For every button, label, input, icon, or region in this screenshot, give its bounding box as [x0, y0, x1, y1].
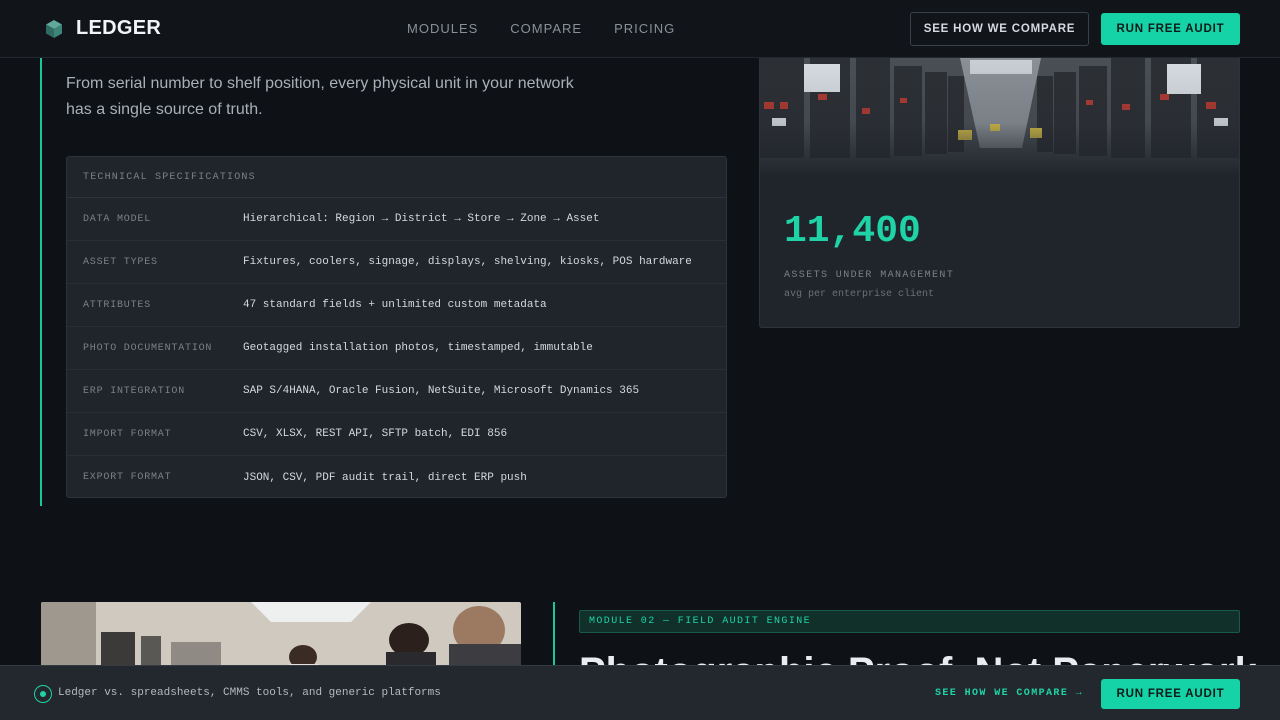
lead-line-2: has a single source of truth. — [66, 101, 263, 118]
spec-row: EXPORT FORMAT JSON, CSV, PDF audit trail… — [67, 456, 726, 499]
spec-value: SAP S/4HANA, Oracle Fusion, NetSuite, Mi… — [243, 385, 640, 397]
spec-key: IMPORT FORMAT — [83, 428, 172, 440]
run-free-audit-button-bottom[interactable]: RUN FREE AUDIT — [1101, 679, 1240, 709]
spec-value: 47 standard fields + unlimited custom me… — [243, 299, 547, 311]
module-lead-text: From serial number to shelf position, ev… — [66, 71, 626, 123]
stat-label: ASSETS UNDER MANAGEMENT — [784, 270, 955, 281]
spec-row: ATTRIBUTES 47 standard fields + unlimite… — [67, 284, 726, 327]
technical-specifications-table: TECHNICAL SPECIFICATIONS DATA MODEL Hier… — [66, 156, 727, 498]
brand-name: LEDGER — [76, 17, 162, 39]
spec-row: ASSET TYPES Fixtures, coolers, signage, … — [67, 241, 726, 284]
compare-bar-text: Ledger vs. spreadsheets, CMMS tools, and… — [58, 687, 441, 699]
nav-link-pricing[interactable]: PRICING — [614, 21, 675, 36]
spec-key: PHOTO DOCUMENTATION — [83, 342, 213, 354]
spec-row: PHOTO DOCUMENTATION Geotagged installati… — [67, 327, 726, 370]
section-accent-line — [40, 58, 42, 506]
stat-sublabel: avg per enterprise client — [784, 289, 935, 300]
see-how-we-compare-link[interactable]: SEE HOW WE COMPARE → — [935, 688, 1083, 699]
spec-key: ASSET TYPES — [83, 256, 158, 268]
cube-logo-icon — [46, 19, 62, 38]
brand-logo[interactable]: LEDGER — [44, 17, 161, 40]
lead-line-1: From serial number to shelf position, ev… — [66, 75, 574, 92]
main-nav: MODULES COMPARE PRICING — [407, 21, 675, 36]
status-dot-icon — [34, 685, 52, 703]
top-navigation-bar: LEDGER MODULES COMPARE PRICING SEE HOW W… — [0, 0, 1280, 58]
spec-table-title: TECHNICAL SPECIFICATIONS — [67, 157, 726, 198]
field-audit-photo — [41, 602, 521, 672]
nav-link-modules[interactable]: MODULES — [407, 21, 478, 36]
spec-value: CSV, XLSX, REST API, SFTP batch, EDI 856 — [243, 428, 508, 440]
spec-value: Fixtures, coolers, signage, displays, sh… — [243, 256, 692, 268]
module-02-tag: MODULE 02 — FIELD AUDIT ENGINE — [579, 610, 1240, 633]
spec-value: Geotagged installation photos, timestamp… — [243, 342, 593, 354]
spec-key: EXPORT FORMAT — [83, 472, 172, 483]
see-how-we-compare-button[interactable]: SEE HOW WE COMPARE — [910, 12, 1089, 46]
spec-key: DATA MODEL — [83, 213, 152, 225]
spec-key: ERP INTEGRATION — [83, 385, 186, 397]
run-free-audit-button[interactable]: RUN FREE AUDIT — [1101, 13, 1240, 45]
sticky-compare-bar: Ledger vs. spreadsheets, CMMS tools, and… — [0, 665, 1280, 720]
spec-value: JSON, CSV, PDF audit trail, direct ERP p… — [243, 471, 527, 484]
spec-row: IMPORT FORMAT CSV, XLSX, REST API, SFTP … — [67, 413, 726, 456]
nav-link-compare[interactable]: COMPARE — [510, 21, 582, 36]
section-accent-line-2 — [553, 602, 555, 672]
spec-row: ERP INTEGRATION SAP S/4HANA, Oracle Fusi… — [67, 370, 726, 413]
warehouse-photo — [760, 58, 1239, 176]
spec-value: Hierarchical: Region → District → Store … — [243, 213, 600, 225]
spec-key: ATTRIBUTES — [83, 299, 152, 311]
assets-stat-card: 11,400 ASSETS UNDER MANAGEMENT avg per e… — [759, 58, 1240, 328]
spec-row: DATA MODEL Hierarchical: Region → Distri… — [67, 198, 726, 241]
stat-value: 11,400 — [784, 210, 921, 253]
